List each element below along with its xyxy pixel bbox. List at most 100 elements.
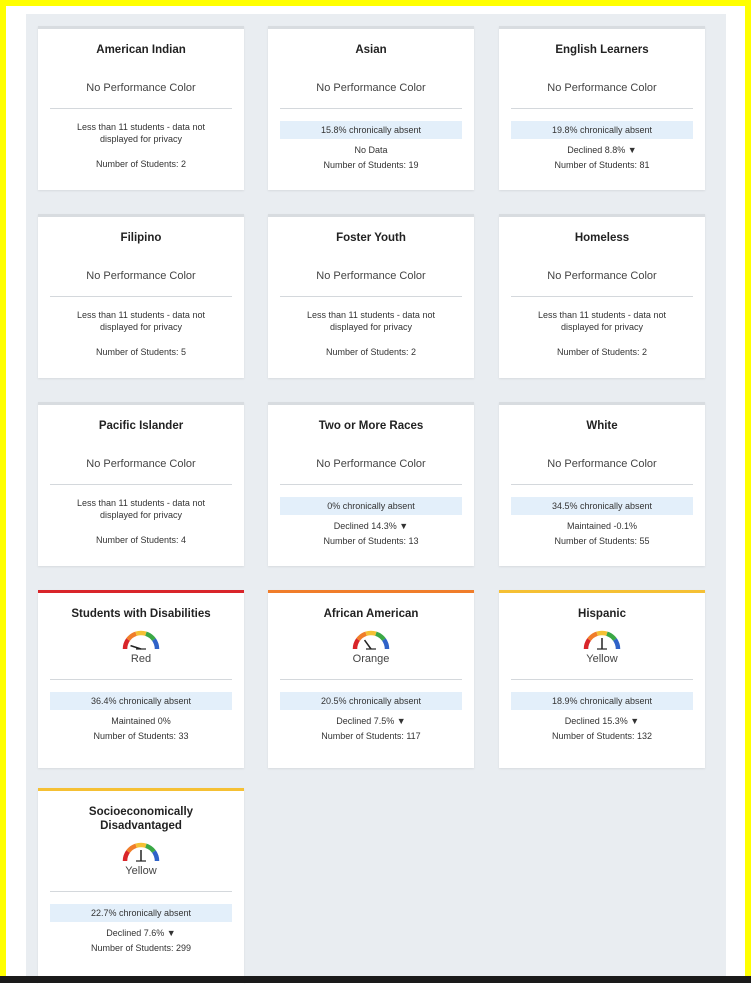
student-groups-panel: American Indian No Performance Color Les… (26, 14, 726, 984)
performance-color-label: No Performance Color (86, 270, 196, 282)
performance-color-label: Red (130, 653, 152, 665)
group-card-foster-youth: Foster Youth No Performance Color Less t… (268, 214, 474, 378)
gauge-segment-yellow (135, 630, 147, 636)
student-count: Number of Students: 2 (95, 159, 187, 169)
card-title: Students with Disabilities (71, 608, 211, 620)
chronic-absence-rate: 19.8% chronically absent (511, 121, 693, 139)
group-card-students-with-disabilities: Students with Disabilities Red 36.4% chr… (38, 590, 244, 768)
card-title: Hispanic (578, 608, 626, 620)
gauge-segment-blue (382, 638, 390, 650)
performance-color-label: No Performance Color (547, 458, 657, 470)
gauge-segment-green (145, 631, 156, 642)
performance-gauge-icon (499, 627, 705, 651)
student-count: Number of Students: 13 (323, 536, 419, 546)
student-count: Number of Students: 132 (551, 731, 653, 741)
performance-gauge-icon (38, 839, 244, 863)
bottom-edge-bar (0, 976, 751, 983)
group-card-socioeconomically-disadvantaged: Socioeconomically Disadvantaged Yellow 2… (38, 788, 244, 984)
divider (50, 484, 232, 485)
gauge-segment-blue (152, 638, 160, 650)
change-status: Declined 14.3% ▼ (333, 521, 409, 531)
chronic-absence-rate: 0% chronically absent (280, 497, 462, 515)
gauge-segment-red (122, 638, 130, 650)
student-count: Number of Students: 117 (321, 731, 421, 741)
privacy-note: Less than 11 students - data not display… (77, 122, 205, 144)
group-card-homeless: Homeless No Performance Color Less than … (499, 214, 705, 378)
gauge-segment-yellow (596, 630, 608, 636)
divider (511, 296, 693, 297)
performance-color-label: No Performance Color (86, 82, 196, 94)
student-count: Number of Students: 2 (556, 347, 648, 357)
group-card-english-learners: English Learners No Performance Color 19… (499, 26, 705, 190)
divider (50, 108, 232, 109)
student-count: Number of Students: 4 (95, 535, 187, 545)
privacy-note: Less than 11 students - data not display… (77, 310, 205, 332)
gauge-segment-orange (126, 631, 137, 642)
performance-color-label: No Performance Color (547, 270, 657, 282)
performance-color-label: Orange (352, 653, 390, 665)
privacy-note: Less than 11 students - data not display… (77, 498, 205, 520)
gauge-segment-red (122, 850, 130, 862)
card-title: Filipino (120, 232, 162, 244)
student-count: Number of Students: 19 (323, 160, 419, 170)
student-count: Number of Students: 299 (90, 943, 192, 953)
gauge-yellow-icon (583, 630, 621, 650)
card-title: Pacific Islander (98, 420, 184, 432)
gauge-red-icon (122, 630, 160, 650)
change-status: Declined 7.5% ▼ (336, 716, 406, 726)
group-card-two-or-more-races: Two or More Races No Performance Color 0… (268, 402, 474, 566)
gauge-orange-icon (352, 630, 390, 650)
group-card-american-indian: American Indian No Performance Color Les… (38, 26, 244, 190)
gauge-segment-red (352, 638, 360, 650)
performance-color-label: Yellow (125, 865, 157, 877)
card-title: Foster Youth (336, 232, 406, 244)
chronic-absence-rate: 20.5% chronically absent (280, 692, 462, 710)
performance-color-label: No Performance Color (316, 458, 426, 470)
card-title: Asian (355, 44, 387, 56)
performance-color-label: Yellow (586, 653, 618, 665)
card-title: White (586, 420, 618, 432)
gauge-needle (363, 639, 372, 650)
divider (280, 679, 462, 680)
divider (280, 484, 462, 485)
divider (50, 679, 232, 680)
gauge-segment-blue (613, 638, 621, 650)
card-title: English Learners (555, 44, 649, 56)
student-count: Number of Students: 2 (325, 347, 417, 357)
gauge-segment-blue (152, 850, 160, 862)
gauge-segment-red (583, 638, 591, 650)
divider (511, 484, 693, 485)
student-count: Number of Students: 5 (95, 347, 187, 357)
chronic-absence-rate: 34.5% chronically absent (511, 497, 693, 515)
chronic-absence-rate: 36.4% chronically absent (50, 692, 232, 710)
group-card-asian: Asian No Performance Color 15.8% chronic… (268, 26, 474, 190)
divider (50, 296, 232, 297)
group-card-white: White No Performance Color 34.5% chronic… (499, 402, 705, 566)
change-status: Declined 8.8% ▼ (567, 145, 637, 155)
chronic-absence-rate: 18.9% chronically absent (511, 692, 693, 710)
performance-color-label: No Performance Color (316, 82, 426, 94)
student-count: Number of Students: 33 (93, 731, 189, 741)
gauge-segment-green (145, 843, 156, 854)
performance-color-label: No Performance Color (316, 270, 426, 282)
card-title: Two or More Races (318, 420, 424, 432)
group-card-filipino: Filipino No Performance Color Less than … (38, 214, 244, 378)
card-title: Socioeconomically Disadvantaged (88, 806, 194, 832)
change-status: Maintained -0.1% (566, 521, 638, 531)
gauge-segment-orange (356, 631, 367, 642)
gauge-segment-yellow (135, 842, 147, 848)
performance-color-label: No Performance Color (86, 458, 196, 470)
gauge-segment-yellow (365, 630, 377, 636)
divider (280, 296, 462, 297)
performance-gauge-icon (38, 627, 244, 651)
divider (50, 891, 232, 892)
card-title: American Indian (96, 44, 186, 56)
change-status: Declined 15.3% ▼ (564, 716, 640, 726)
performance-color-label: No Performance Color (547, 82, 657, 94)
card-title: Homeless (574, 232, 630, 244)
change-status: Declined 7.6% ▼ (106, 928, 176, 938)
student-count: Number of Students: 81 (554, 160, 650, 170)
privacy-note: Less than 11 students - data not display… (538, 310, 666, 332)
privacy-note: Less than 11 students - data not display… (307, 310, 435, 332)
gauge-segment-orange (587, 631, 598, 642)
